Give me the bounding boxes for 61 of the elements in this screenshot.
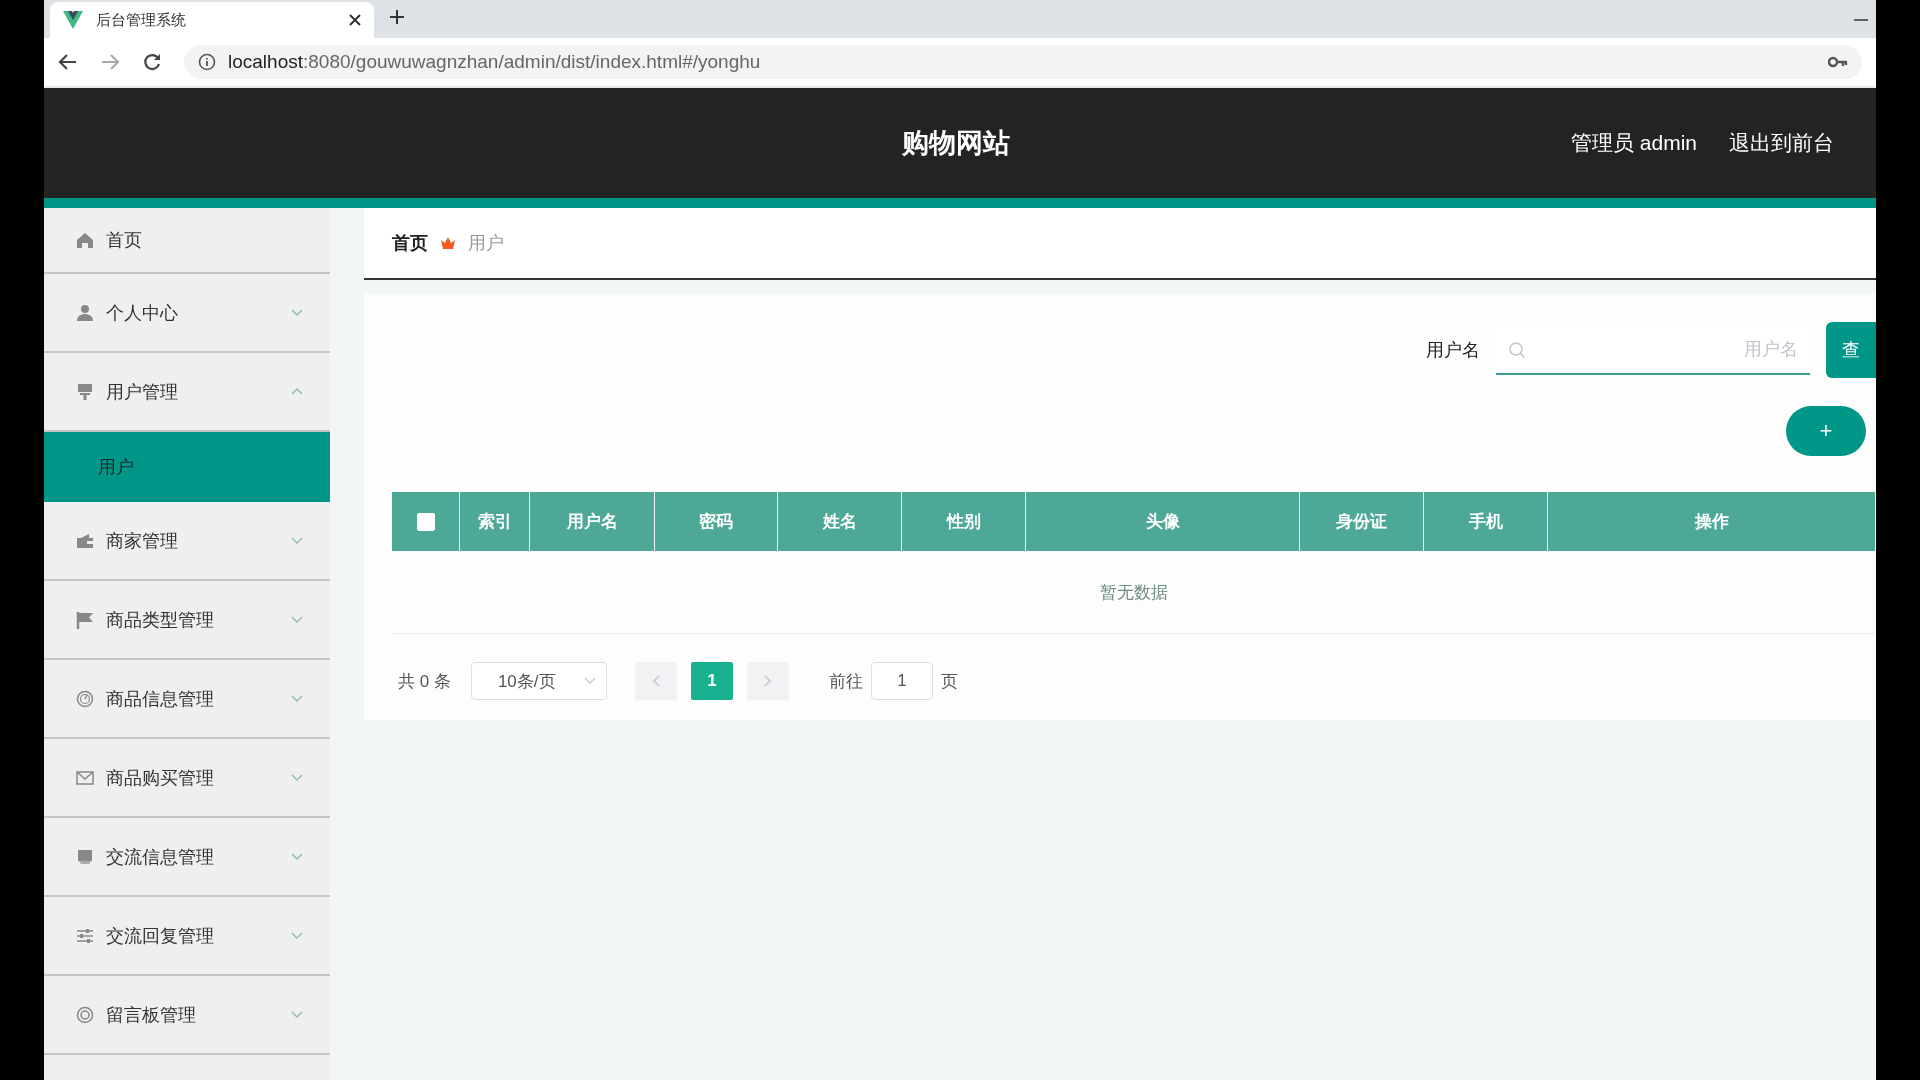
chevron-left-icon xyxy=(651,675,660,687)
close-icon[interactable] xyxy=(348,13,362,27)
vue-logo-icon xyxy=(62,10,84,30)
user-icon xyxy=(76,303,94,322)
column-header: 用户名 xyxy=(530,492,655,551)
sliders-icon xyxy=(76,926,94,945)
menu-item[interactable]: 商品类型管理 xyxy=(44,581,330,660)
header-link[interactable]: 退出到前台 xyxy=(1729,129,1834,157)
column-header: 姓名 xyxy=(778,492,902,551)
crown-icon xyxy=(440,236,456,250)
column-header: 性别 xyxy=(902,492,1026,551)
url-text: localhost:8080/gouwuwagnzhan/admin/dist/index.html#/yonghu xyxy=(228,51,761,73)
menu-item[interactable]: 商家管理 xyxy=(44,502,330,581)
column-header: 手机 xyxy=(1424,492,1548,551)
stand-icon xyxy=(76,382,94,401)
minimize-icon[interactable] xyxy=(1854,18,1868,22)
new-tab-icon[interactable] xyxy=(388,8,406,26)
add-button[interactable]: + xyxy=(1786,406,1866,456)
site-title: 购物网站 xyxy=(901,127,1010,160)
breadcrumb-item[interactable]: 首页 xyxy=(392,231,428,255)
column-header: 头像 xyxy=(1026,492,1300,551)
checkbox[interactable] xyxy=(416,512,435,531)
search-label: 用户名 xyxy=(1426,339,1480,362)
dial-icon xyxy=(76,689,94,708)
page-unit: 页 xyxy=(940,670,958,693)
key-icon[interactable] xyxy=(1828,56,1848,68)
total-count: 共 0 条 xyxy=(398,670,451,693)
goto-page-field[interactable]: 1 xyxy=(870,662,933,700)
column-header: 操作 xyxy=(1548,492,1876,551)
header-link[interactable]: 管理员 admin xyxy=(1570,129,1697,157)
column-header: 密码 xyxy=(655,492,778,551)
flag-icon xyxy=(76,610,94,629)
page-size-select[interactable]: 10条/页 xyxy=(470,662,607,700)
menu-item[interactable]: 首页 xyxy=(44,208,330,274)
home-icon xyxy=(76,231,94,249)
reload-icon[interactable] xyxy=(142,52,162,72)
menu-item[interactable]: 商品信息管理 xyxy=(44,660,330,739)
search-button[interactable]: 查 xyxy=(1826,322,1876,378)
wallet-icon xyxy=(76,531,94,550)
menu-item[interactable]: 交流信息管理 xyxy=(44,818,330,897)
menu-item[interactable]: 留言板管理 xyxy=(44,976,330,1055)
chevron-right-icon xyxy=(763,675,772,687)
lifebuoy-icon xyxy=(76,1005,94,1024)
menu-item[interactable]: 商品购买管理 xyxy=(44,739,330,818)
menu-item[interactable]: 交流回复管理 xyxy=(44,897,330,976)
goto-label: 前往 xyxy=(828,670,863,693)
browser-tab[interactable]: 后台管理系统 xyxy=(50,2,374,38)
chevron-down-icon xyxy=(583,677,596,685)
tray-icon xyxy=(76,847,94,866)
mail-icon xyxy=(76,768,94,787)
menu-item[interactable]: 个人中心 xyxy=(44,274,330,353)
tab-title: 后台管理系统 xyxy=(96,10,187,30)
address-bar[interactable]: localhost:8080/gouwuwagnzhan/admin/dist/index.html#/yonghu xyxy=(184,45,1862,79)
empty-message: 暂无数据 xyxy=(1100,581,1168,604)
column-header: 身份证 xyxy=(1300,492,1424,551)
info-icon xyxy=(198,53,216,71)
submenu-item[interactable]: 用户 xyxy=(44,432,330,502)
column-header: 索引 xyxy=(460,492,530,551)
search-icon xyxy=(1508,341,1526,359)
back-icon[interactable] xyxy=(58,52,78,72)
breadcrumb-item: 用户 xyxy=(468,232,504,255)
